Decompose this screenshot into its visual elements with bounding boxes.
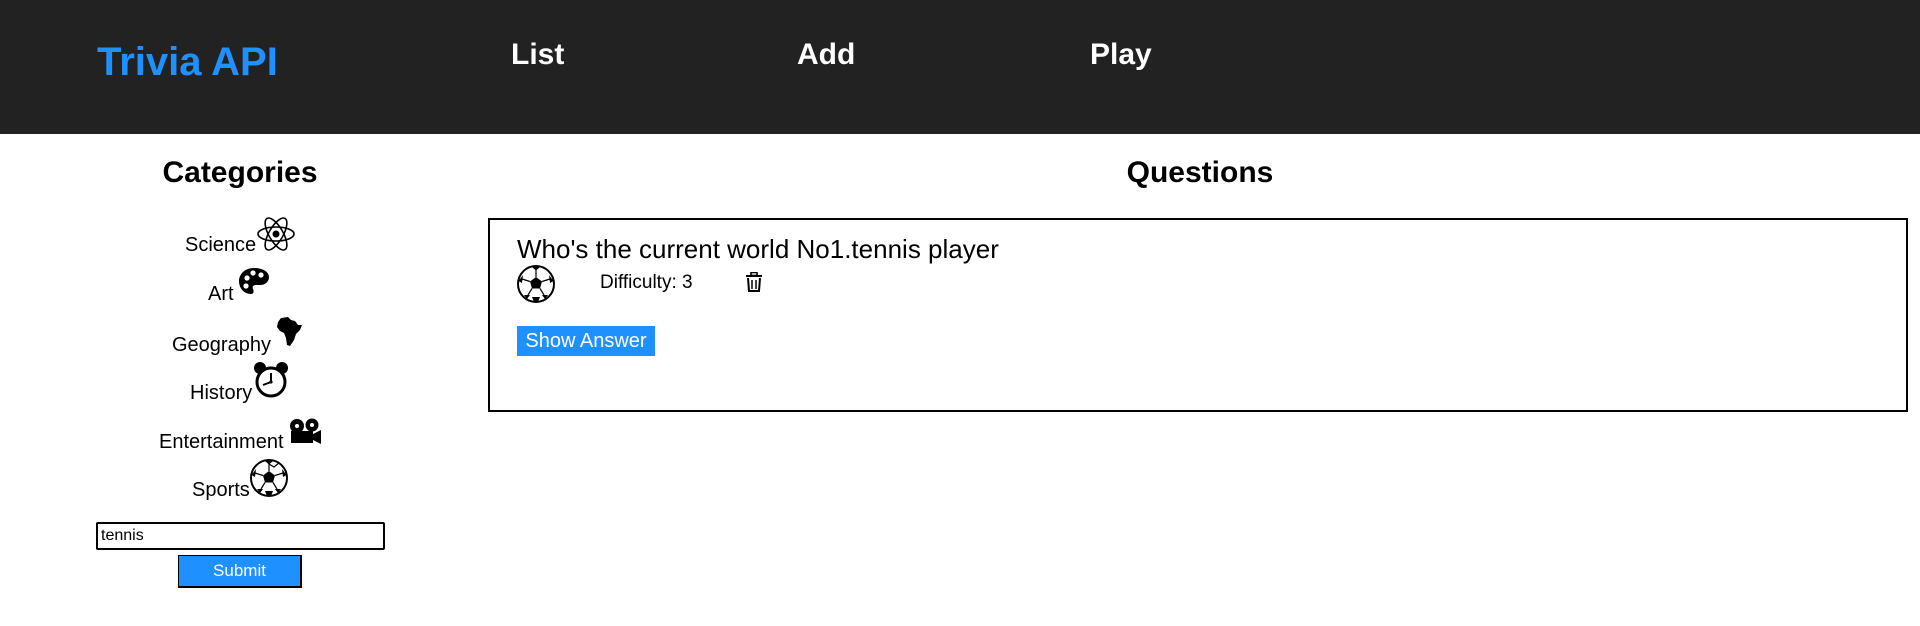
top-nav-bar: Trivia API List Add Play — [0, 0, 1920, 134]
question-text: Who's the current world No1.tennis playe… — [517, 234, 999, 264]
category-label: Entertainment — [159, 431, 284, 453]
category-label: History — [190, 382, 253, 404]
search-input[interactable] — [96, 522, 385, 550]
film-camera-icon — [287, 418, 323, 451]
atom-icon — [256, 216, 296, 257]
difficulty-label: Difficulty: 3 — [600, 272, 693, 293]
alarm-clock-icon — [252, 361, 290, 404]
show-answer-button[interactable]: Show Answer — [517, 326, 655, 356]
category-label: Art — [208, 283, 234, 305]
category-label: Sports — [192, 479, 250, 501]
category-label: Science — [185, 234, 257, 256]
nav-list-link[interactable]: List — [511, 38, 564, 72]
soccer-ball-icon — [249, 458, 289, 503]
nav-add-link[interactable]: Add — [797, 38, 855, 72]
africa-icon — [275, 316, 303, 353]
soccer-ball-icon — [516, 264, 556, 309]
questions-title: Questions — [1126, 156, 1274, 189]
question-card: Who's the current world No1.tennis playe… — [488, 218, 1908, 412]
category-label: Geography — [172, 334, 271, 356]
palette-icon — [238, 266, 270, 301]
submit-button[interactable]: Submit — [178, 555, 302, 588]
brand-logo[interactable]: Trivia API — [97, 40, 278, 85]
nav-play-link[interactable]: Play — [1090, 38, 1152, 72]
trash-icon[interactable] — [745, 271, 763, 297]
